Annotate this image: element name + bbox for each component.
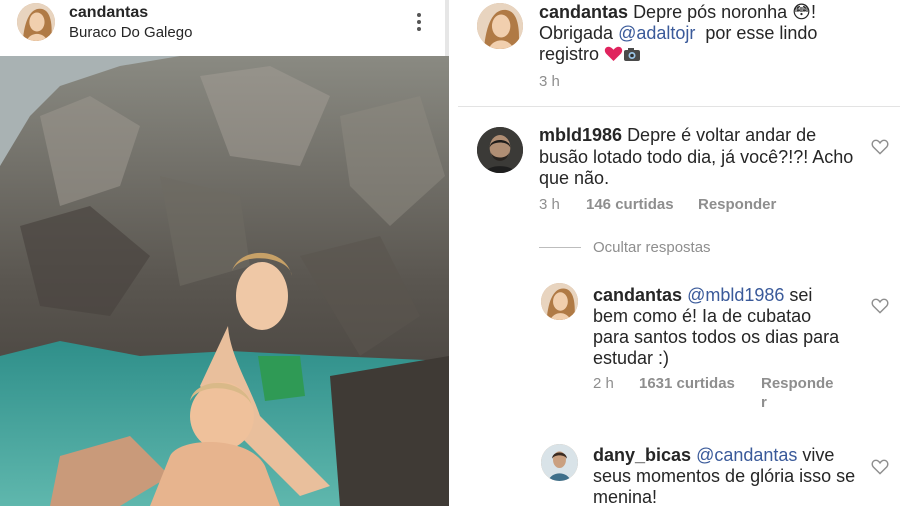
more-vertical-icon[interactable] [408, 10, 430, 36]
camera-emoji-icon [623, 46, 641, 61]
post-author-avatar[interactable] [17, 3, 55, 41]
reply-text-2: bem como é! Ia de cubatao [593, 306, 812, 326]
like-heart-icon[interactable] [871, 459, 889, 475]
reply2-mention[interactable]: @candantas [696, 445, 797, 465]
reply-reply-button[interactable]: Responde [761, 375, 834, 392]
reply2-text-2: seus momentos de glória isso se [593, 466, 856, 486]
comment-likes[interactable]: 146 curtidas [586, 196, 674, 213]
reply2-text-3: menina! [593, 487, 658, 506]
comments-panel: candantas Depre pós noronha 😳! Obrigada … [449, 0, 900, 506]
caption-line-2: Obrigada @adaltojr por esse lindo [539, 23, 817, 44]
comment-time: 3 h [539, 196, 560, 213]
flushed-face-emoji: 😳 [792, 2, 811, 22]
caption-text-2: ! [810, 2, 816, 22]
reply-meta: 2 h [593, 375, 614, 392]
reply-text-4: estudar :) [593, 348, 670, 368]
caption-time: 3 h [539, 73, 560, 90]
post-panel: candantas Buraco Do Galego [0, 0, 449, 506]
heart-emoji-icon [604, 46, 623, 62]
comment-username[interactable]: mbld1986 [539, 125, 622, 145]
reply-text-1: sei [784, 285, 813, 305]
caption-meta: 3 h [539, 73, 560, 90]
caption-author-avatar[interactable] [477, 3, 523, 49]
comment-text-3: que não. [539, 168, 610, 188]
comment-meta: 3 h [539, 196, 560, 213]
hide-replies-button[interactable]: Ocultar respostas [593, 239, 711, 256]
reply-time: 2 h [593, 375, 614, 392]
reply-username[interactable]: candantas [593, 285, 682, 305]
post-location[interactable]: Buraco Do Galego [69, 24, 192, 41]
caption-username[interactable]: candantas [539, 2, 628, 22]
caption-line-3: registro [539, 44, 641, 65]
reply-author-avatar[interactable] [541, 444, 578, 481]
like-heart-icon[interactable] [871, 139, 889, 155]
caption-text-1: Depre pós noronha [633, 2, 793, 22]
reply2-username[interactable]: dany_bicas [593, 445, 691, 465]
reply-reply-button-wrap[interactable]: r [761, 394, 767, 411]
hide-replies-line [539, 247, 581, 248]
commenter-avatar[interactable] [477, 127, 523, 173]
comment-text-1: Depre é voltar andar de [627, 125, 817, 145]
post-header: candantas Buraco Do Galego [0, 0, 449, 56]
reply-author-avatar[interactable] [541, 283, 578, 320]
reply-likes[interactable]: 1631 curtidas [639, 375, 735, 392]
caption-text-5: registro [539, 44, 605, 64]
reply2-text-1: vive [797, 445, 835, 465]
caption-separator [458, 106, 900, 107]
caption-line-1: candantas Depre pós noronha 😳! [539, 2, 816, 23]
post-username[interactable]: candantas [69, 4, 148, 22]
comment-line-1: mbld1986 Depre é voltar andar de [539, 125, 816, 146]
caption-text-4: por esse lindo [695, 23, 818, 43]
comment-reply-button[interactable]: Responder [698, 196, 776, 213]
reply2-line-1: dany_bicas @candantas vive [593, 445, 834, 466]
post-photo [0, 56, 449, 506]
caption-text-3: Obrigada [539, 23, 619, 43]
reply-mention[interactable]: @mbld1986 [687, 285, 784, 305]
caption-mention[interactable]: @adaltojr [618, 23, 695, 43]
reply-text-3: para santos todos os dias para [593, 327, 840, 347]
comment-text-2: busão lotado todo dia, já você?!?! Acho [539, 147, 854, 167]
reply-line-1: candantas @mbld1986 sei [593, 285, 812, 306]
like-heart-icon[interactable] [871, 298, 889, 314]
